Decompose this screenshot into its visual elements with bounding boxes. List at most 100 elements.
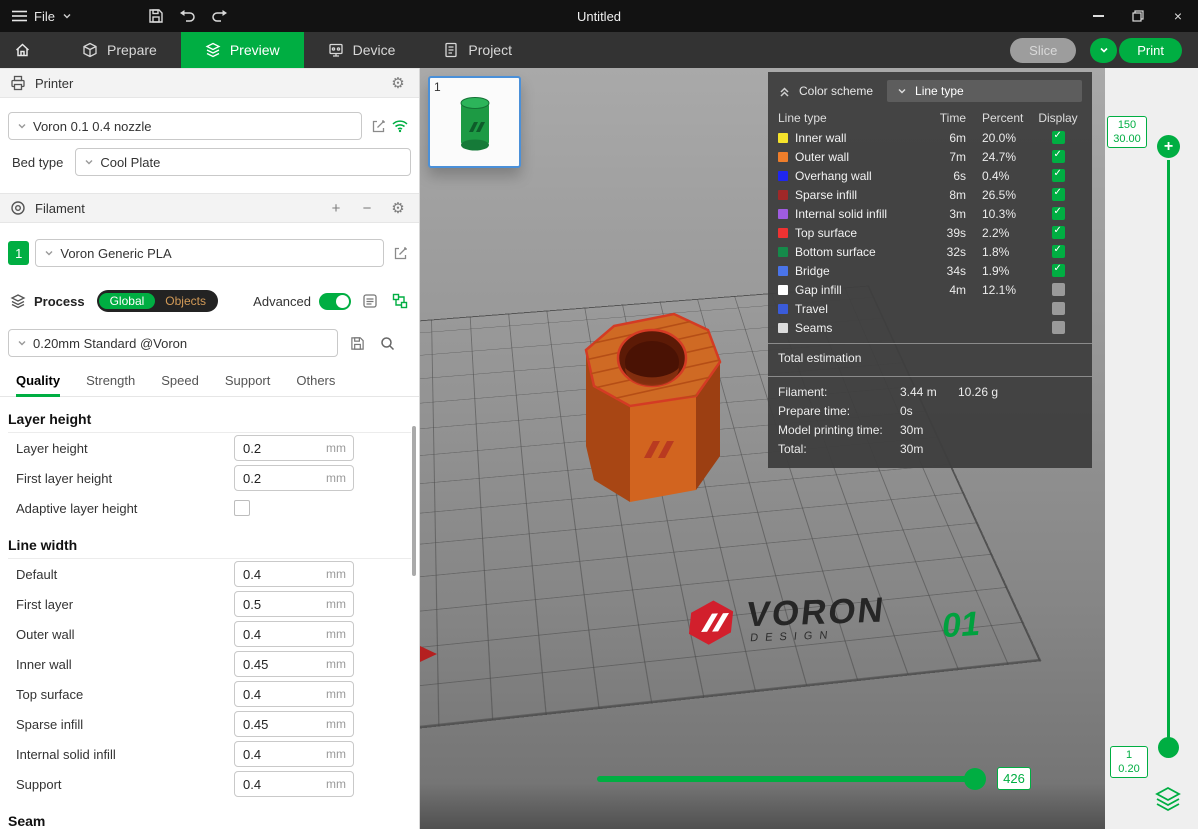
- save-button[interactable]: [140, 0, 172, 32]
- tab-strength[interactable]: Strength: [86, 367, 135, 397]
- layer-slider-bottom-handle[interactable]: [1158, 737, 1179, 758]
- preview-icon: [205, 42, 221, 58]
- display-checkbox[interactable]: [1052, 245, 1065, 258]
- scope-global[interactable]: Global: [99, 293, 156, 309]
- layer-top-value: 150: [1110, 118, 1144, 132]
- redo-button[interactable]: [204, 0, 236, 32]
- device-icon: [328, 42, 344, 58]
- line-type-label: Internal solid infill: [795, 207, 926, 221]
- printer-section-title: Printer: [35, 76, 73, 91]
- legend-row: Top surface 39s 2.2%: [768, 223, 1092, 242]
- print-dropdown-button[interactable]: [1090, 38, 1117, 63]
- line-width-section-title: Line width: [8, 537, 411, 559]
- maximize-icon: [1132, 10, 1144, 22]
- save-preset-button[interactable]: [346, 332, 368, 354]
- display-checkbox[interactable]: [1052, 283, 1065, 296]
- unit-label: mm: [326, 597, 346, 611]
- display-checkbox[interactable]: [1052, 150, 1065, 163]
- tab-quality[interactable]: Quality: [16, 367, 60, 397]
- search-settings-button[interactable]: [376, 332, 398, 354]
- wifi-icon: [391, 119, 409, 133]
- timeline-slider-handle[interactable]: [964, 768, 986, 790]
- remove-filament-button[interactable]: −: [356, 197, 378, 219]
- total-value: 0s: [900, 404, 958, 418]
- unit-label: mm: [326, 747, 346, 761]
- tab-support[interactable]: Support: [225, 367, 271, 397]
- advanced-toggle[interactable]: [319, 293, 351, 310]
- col-display: Display: [1034, 111, 1082, 125]
- process-preset-select[interactable]: 0.20mm Standard @Voron: [8, 329, 338, 357]
- home-icon: [14, 42, 31, 58]
- scope-objects[interactable]: Objects: [155, 293, 216, 309]
- color-scheme-select[interactable]: Line type: [887, 80, 1082, 102]
- printer-connection-button[interactable]: [389, 115, 411, 137]
- layers-stack-icon[interactable]: [1155, 786, 1181, 812]
- layer-slider-add-button[interactable]: +: [1157, 135, 1180, 158]
- display-checkbox[interactable]: [1052, 131, 1065, 144]
- minimize-button[interactable]: [1078, 0, 1118, 32]
- param-row-first-layer-height: First layer height mm: [0, 463, 419, 493]
- sidebar-scrollbar[interactable]: [412, 426, 416, 576]
- search-icon: [380, 336, 395, 351]
- display-checkbox[interactable]: [1052, 226, 1065, 239]
- layer-height-section-title: Layer height: [8, 411, 411, 433]
- edit-printer-button[interactable]: [368, 115, 390, 137]
- display-checkbox[interactable]: [1052, 302, 1065, 315]
- plate-logo-title: VORON: [745, 593, 887, 632]
- legend-row: Sparse infill 8m 26.5%: [768, 185, 1092, 204]
- display-checkbox[interactable]: [1052, 321, 1065, 334]
- filament-preset-row: 1 Voron Generic PLA: [8, 239, 411, 267]
- edit-filament-button[interactable]: [390, 242, 411, 264]
- plate-thumbnail[interactable]: 1: [428, 76, 521, 168]
- param-row-internal-solid-infill: Internal solid infill mm: [0, 739, 419, 769]
- edit-icon: [371, 119, 386, 134]
- process-scope-toggle[interactable]: Global Objects: [97, 290, 218, 312]
- add-filament-button[interactable]: +: [325, 197, 347, 219]
- display-checkbox[interactable]: [1052, 264, 1065, 277]
- tab-prepare[interactable]: Prepare: [58, 32, 181, 68]
- line-type-label: Outer wall: [795, 150, 926, 164]
- printer-preset-select[interactable]: Voron 0.1 0.4 nozzle: [8, 112, 362, 140]
- tab-preview[interactable]: Preview: [181, 32, 304, 68]
- printer-icon: [10, 75, 26, 91]
- tab-others[interactable]: Others: [296, 367, 335, 397]
- process-preset-row: 0.20mm Standard @Voron: [8, 329, 411, 357]
- process-modules-button[interactable]: [389, 290, 411, 312]
- close-button[interactable]: ×: [1158, 0, 1198, 32]
- maximize-button[interactable]: [1118, 0, 1158, 32]
- filament-settings-button[interactable]: ⚙: [387, 197, 409, 219]
- layer-bottom-value: 1: [1113, 748, 1145, 762]
- line-type-color-swatch: [778, 323, 788, 333]
- undo-button[interactable]: [172, 0, 204, 32]
- filament-slot-badge[interactable]: 1: [8, 241, 29, 265]
- printer-settings-button[interactable]: ⚙: [387, 72, 409, 94]
- layer-slider-track[interactable]: [1167, 160, 1170, 738]
- file-menu[interactable]: File: [0, 0, 84, 32]
- tab-device[interactable]: Device: [304, 32, 420, 68]
- tab-speed[interactable]: Speed: [161, 367, 199, 397]
- chevron-down-icon: [17, 121, 27, 131]
- model-3d[interactable]: [578, 306, 728, 511]
- param-row-sparse-infill: Sparse infill mm: [0, 709, 419, 739]
- adaptive-layer-height-checkbox[interactable]: [234, 500, 250, 516]
- tab-label: Project: [468, 42, 512, 58]
- filament-preset-select[interactable]: Voron Generic PLA: [35, 239, 383, 267]
- print-button[interactable]: Print: [1119, 38, 1182, 63]
- collapse-panel-icon[interactable]: [778, 85, 791, 98]
- param-row-layer-height: Layer height mm: [0, 433, 419, 463]
- home-button[interactable]: [0, 32, 44, 68]
- display-checkbox[interactable]: [1052, 207, 1065, 220]
- bed-type-select[interactable]: Cool Plate: [75, 148, 411, 176]
- divider: [768, 343, 1092, 344]
- tab-project[interactable]: Project: [419, 32, 536, 68]
- display-checkbox[interactable]: [1052, 169, 1065, 182]
- parameter-table-button[interactable]: [359, 290, 381, 312]
- process-icon: [10, 293, 26, 309]
- display-checkbox[interactable]: [1052, 188, 1065, 201]
- main-nav: Prepare Preview Device Project Slice Pri…: [0, 32, 1198, 68]
- param-label: Inner wall: [16, 657, 234, 672]
- timeline-slider-track[interactable]: [597, 776, 985, 782]
- slice-button[interactable]: Slice: [1010, 38, 1076, 63]
- line-type-label: Seams: [795, 321, 926, 335]
- line-type-time: 3m: [926, 207, 966, 221]
